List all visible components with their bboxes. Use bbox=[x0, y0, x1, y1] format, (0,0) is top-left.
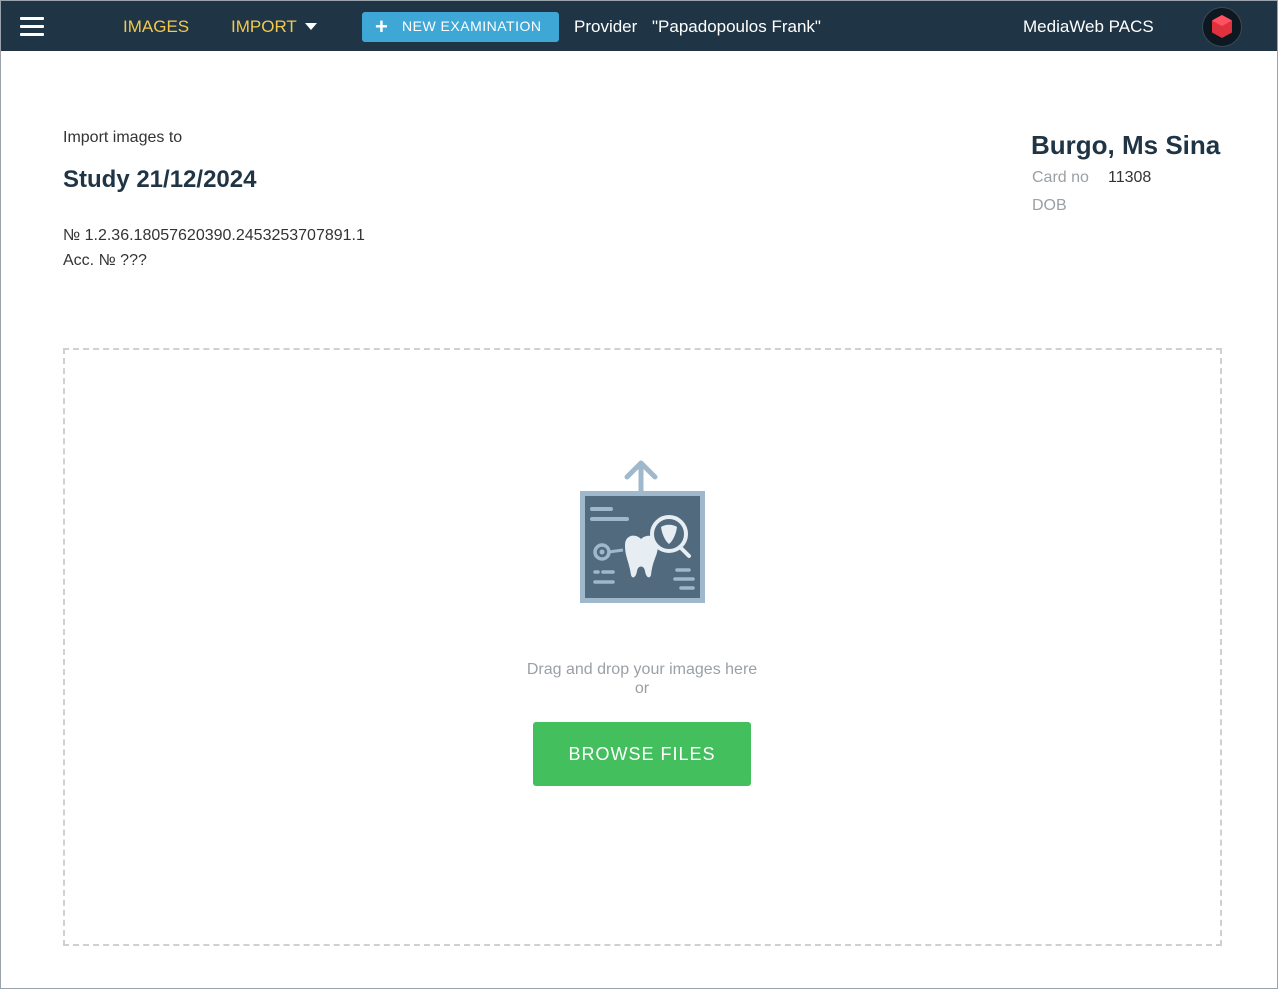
card-number-label: Card no bbox=[1032, 169, 1089, 186]
file-dropzone[interactable] bbox=[63, 348, 1222, 946]
provider-label: Provider bbox=[574, 17, 638, 36]
dental-xray-upload-icon bbox=[577, 457, 707, 612]
nav-import[interactable]: IMPORT bbox=[231, 17, 297, 37]
nav-images[interactable]: IMAGES bbox=[123, 17, 189, 37]
hamburger-menu-icon[interactable] bbox=[20, 15, 44, 37]
study-uid: № 1.2.36.18057620390.2453253707891.1 bbox=[63, 227, 365, 244]
or-separator: or bbox=[634, 680, 650, 697]
top-navigation-bar: IMAGES IMPORT + NEW EXAMINATION Provider… bbox=[1, 1, 1277, 51]
new-examination-label: NEW EXAMINATION bbox=[402, 18, 542, 34]
patient-name: Burgo, Ms Sina bbox=[1031, 130, 1221, 160]
card-number-value: 11308 bbox=[1108, 169, 1152, 186]
import-to-label: Import images to bbox=[63, 129, 183, 146]
app-window: IMAGES IMPORT + NEW EXAMINATION Provider… bbox=[0, 0, 1278, 989]
study-title: Study 21/12/2024 bbox=[63, 166, 257, 193]
hexagon-logo-icon[interactable] bbox=[1202, 7, 1242, 47]
browse-files-button[interactable]: BROWSE FILES bbox=[533, 722, 751, 786]
chevron-down-icon[interactable] bbox=[305, 23, 317, 30]
accession-number: Acc. № ??? bbox=[63, 252, 147, 269]
plus-icon: + bbox=[375, 14, 388, 39]
provider-name[interactable]: "Papadopoulos Frank" bbox=[652, 17, 821, 37]
drag-drop-hint: Drag and drop your images here bbox=[526, 661, 758, 678]
dob-label: DOB bbox=[1032, 197, 1067, 214]
app-name: MediaWeb PACS bbox=[1023, 17, 1154, 36]
new-examination-button[interactable]: + NEW EXAMINATION bbox=[362, 12, 559, 42]
